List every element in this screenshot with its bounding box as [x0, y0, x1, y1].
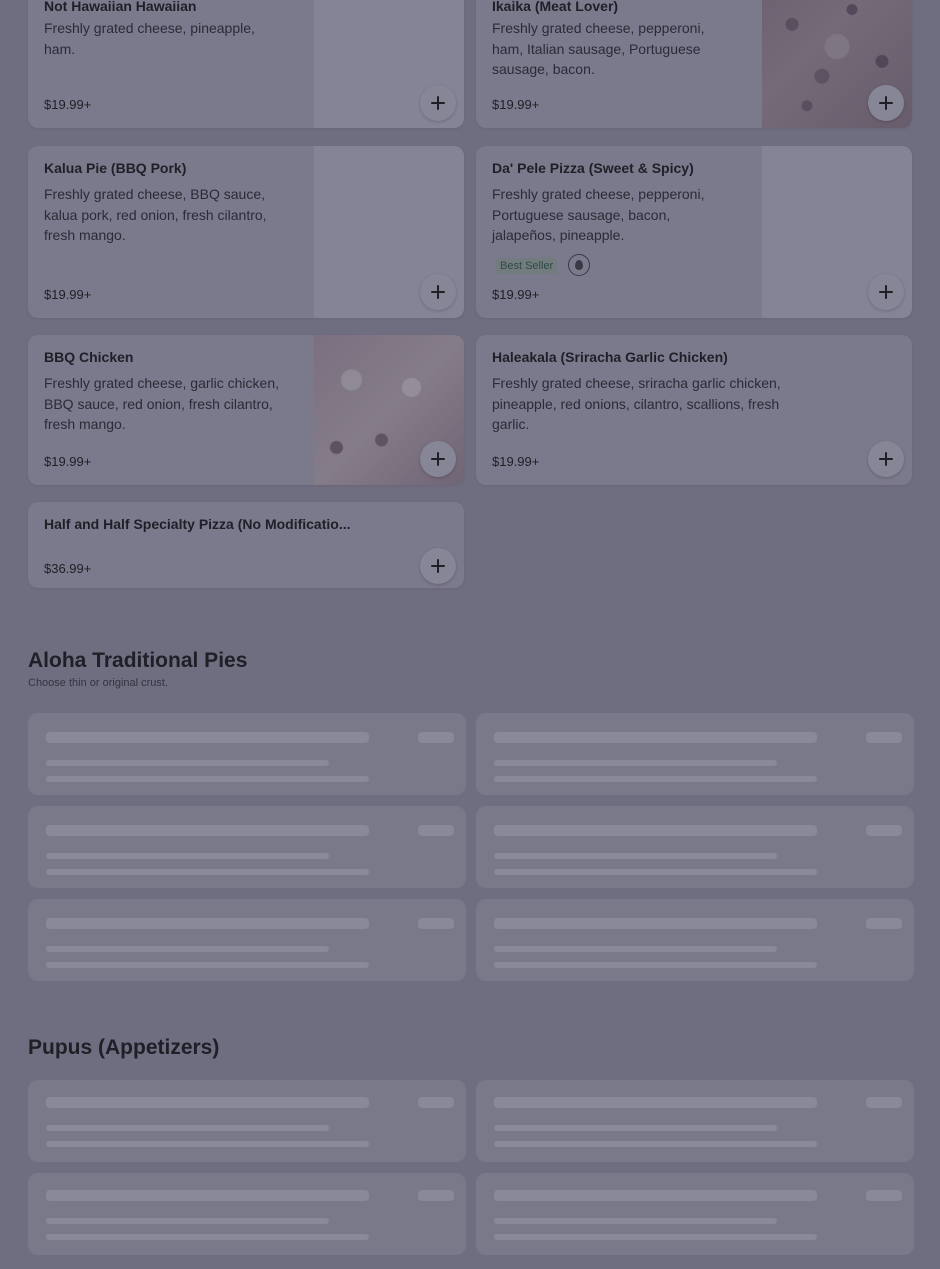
skeleton-bar: [418, 732, 454, 743]
loading-card: [28, 899, 466, 981]
skeleton-bar: [494, 1125, 777, 1131]
skeleton-bar: [46, 918, 369, 929]
plus-icon: [431, 452, 445, 466]
loading-card: [476, 1173, 914, 1255]
loading-card: [28, 1173, 466, 1255]
skeleton-bar: [46, 776, 369, 782]
item-price: $36.99+: [44, 561, 92, 576]
item-price: $19.99+: [44, 287, 92, 302]
loading-card: [476, 806, 914, 888]
skeleton-bar: [46, 962, 369, 968]
skeleton-bar: [494, 1141, 817, 1147]
menu-item-card[interactable]: Kalua Pie (BBQ Pork) Freshly grated chee…: [28, 146, 464, 318]
menu-item-card[interactable]: Half and Half Specialty Pizza (No Modifi…: [28, 502, 464, 588]
skeleton-bar: [494, 946, 777, 952]
best-seller-badge: Best Seller: [496, 258, 558, 274]
section-subtitle: Choose thin or original crust.: [28, 677, 169, 689]
skeleton-bar: [418, 918, 454, 929]
skeleton-bar: [46, 732, 369, 743]
skeleton-bar: [494, 1234, 817, 1240]
skeleton-bar: [494, 869, 817, 875]
skeleton-bar: [46, 760, 329, 766]
menu-item-card[interactable]: Not Hawaiian Hawaiian Freshly grated che…: [28, 0, 464, 128]
skeleton-bar: [866, 825, 902, 836]
menu-item-card[interactable]: Haleakala (Sriracha Garlic Chicken) Fres…: [476, 335, 912, 485]
section-title: Aloha Traditional Pies: [28, 649, 248, 672]
plus-icon: [431, 559, 445, 573]
skeleton-bar: [494, 1190, 817, 1201]
skeleton-bar: [866, 918, 902, 929]
skeleton-bar: [866, 1190, 902, 1201]
item-description: Freshly grated cheese, BBQ sauce, kalua …: [44, 186, 267, 243]
skeleton-bar: [46, 825, 369, 836]
add-item-button[interactable]: [420, 274, 456, 310]
add-item-button[interactable]: [420, 85, 456, 121]
skeleton-bar: [494, 825, 817, 836]
skeleton-bar: [494, 760, 777, 766]
loading-card: [28, 713, 466, 795]
loading-card: [476, 1080, 914, 1162]
skeleton-bar: [494, 1097, 817, 1108]
skeleton-bar: [46, 1097, 369, 1108]
skeleton-bar: [494, 853, 777, 859]
item-name: BBQ Chicken: [44, 349, 134, 365]
item-description: Freshly grated cheese, pepperoni, Portug…: [492, 186, 705, 243]
skeleton-bar: [418, 1097, 454, 1108]
item-description: Freshly grated cheese, sriracha garlic c…: [492, 375, 781, 432]
plus-icon: [431, 285, 445, 299]
item-price: $19.99+: [44, 454, 92, 469]
menu-item-card[interactable]: Da' Pele Pizza (Sweet & Spicy) Freshly g…: [476, 146, 912, 318]
item-price: $19.99+: [492, 454, 540, 469]
add-item-button[interactable]: [868, 85, 904, 121]
skeleton-bar: [46, 1125, 329, 1131]
item-price: $19.99+: [44, 97, 92, 112]
item-name: Not Hawaiian Hawaiian: [44, 0, 197, 14]
item-description: Freshly grated cheese, pepperoni, ham, I…: [492, 20, 705, 77]
skeleton-bar: [46, 1234, 369, 1240]
add-item-button[interactable]: [868, 274, 904, 310]
plus-icon: [879, 285, 893, 299]
add-item-button[interactable]: [868, 441, 904, 477]
section-title: Pupus (Appetizers): [28, 1036, 220, 1059]
skeleton-bar: [46, 869, 369, 875]
item-name: Ikaika (Meat Lover): [492, 0, 619, 14]
fire-icon: [568, 254, 590, 276]
item-description: Freshly grated cheese, garlic chicken, B…: [44, 375, 279, 432]
item-price: $19.99+: [492, 97, 540, 112]
skeleton-bar: [494, 732, 817, 743]
skeleton-bar: [494, 918, 817, 929]
plus-icon: [879, 96, 893, 110]
skeleton-bar: [418, 1190, 454, 1201]
skeleton-bar: [494, 962, 817, 968]
loading-card: [476, 713, 914, 795]
item-name: Half and Half Specialty Pizza (No Modifi…: [44, 516, 351, 532]
loading-card: [28, 1080, 466, 1162]
skeleton-bar: [494, 1218, 777, 1224]
item-name: Haleakala (Sriracha Garlic Chicken): [492, 349, 728, 365]
skeleton-bar: [46, 946, 329, 952]
skeleton-bar: [46, 853, 329, 859]
menu-item-card[interactable]: BBQ Chicken Freshly grated cheese, garli…: [28, 335, 464, 485]
menu-page: Not Hawaiian Hawaiian Freshly grated che…: [0, 0, 940, 1269]
item-description: Freshly grated cheese, pineapple, ham.: [44, 20, 255, 57]
skeleton-bar: [866, 732, 902, 743]
item-price: $19.99+: [492, 287, 540, 302]
menu-item-card[interactable]: Ikaika (Meat Lover) Freshly grated chees…: [476, 0, 912, 128]
item-name: Da' Pele Pizza (Sweet & Spicy): [492, 160, 694, 176]
loading-card: [28, 806, 466, 888]
skeleton-bar: [418, 825, 454, 836]
skeleton-bar: [46, 1141, 369, 1147]
loading-card: [476, 899, 914, 981]
plus-icon: [879, 452, 893, 466]
skeleton-bar: [46, 1218, 329, 1224]
skeleton-bar: [494, 776, 817, 782]
add-item-button[interactable]: [420, 441, 456, 477]
item-name: Kalua Pie (BBQ Pork): [44, 160, 187, 176]
skeleton-bar: [46, 1190, 369, 1201]
plus-icon: [431, 96, 445, 110]
skeleton-bar: [866, 1097, 902, 1108]
add-item-button[interactable]: [420, 548, 456, 584]
